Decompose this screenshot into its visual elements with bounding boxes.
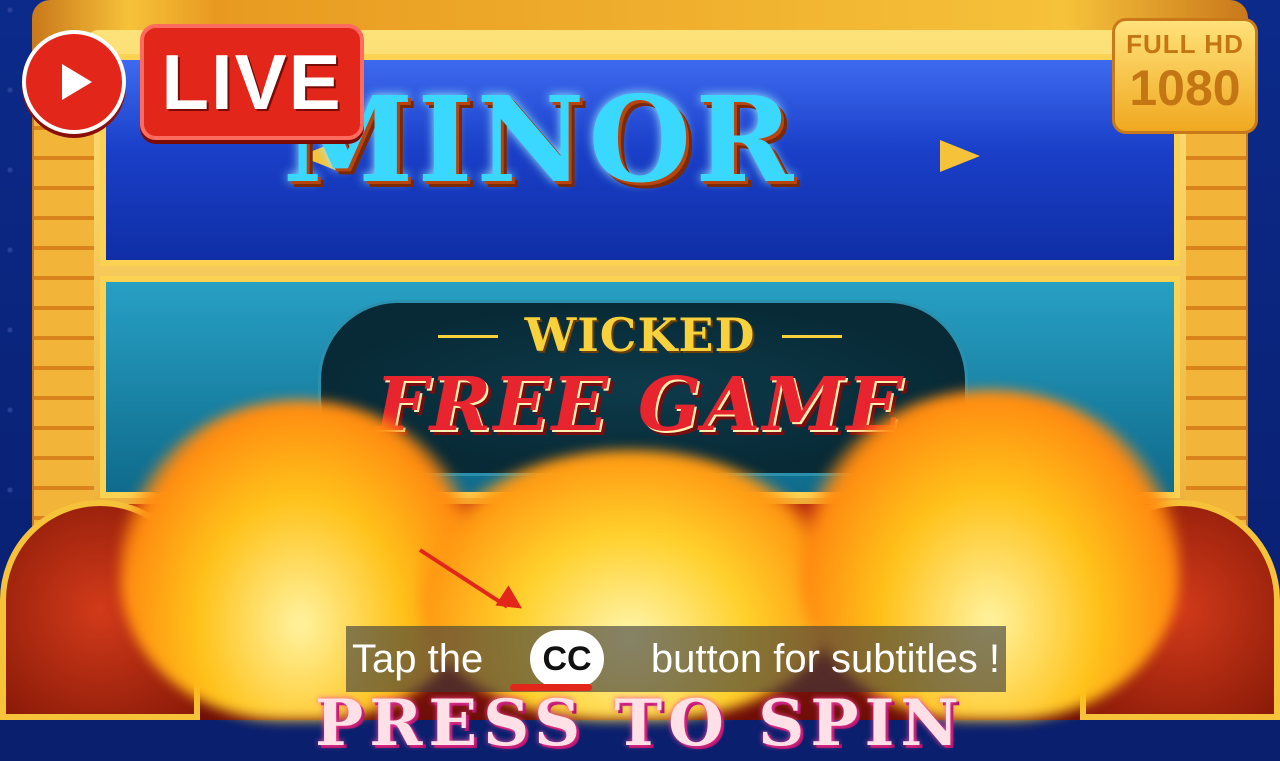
cc-underline: [510, 684, 592, 691]
full-hd-badge: FULL HD 1080: [1112, 18, 1258, 134]
quality-resolution: 1080: [1129, 60, 1241, 116]
subtitle-suffix: button for subtitles !: [650, 636, 1000, 681]
press-to-spin-label[interactable]: PRESS TO SPIN: [0, 686, 1280, 761]
right-pillar: [1186, 70, 1246, 530]
subtitle-prefix: Tap the: [352, 636, 484, 681]
play-button[interactable]: [22, 30, 126, 134]
cc-button[interactable]: CC: [530, 630, 605, 688]
quality-label: FULL HD: [1126, 29, 1244, 59]
cc-label: CC: [542, 639, 592, 678]
feature-subtitle: WICKED: [524, 308, 756, 362]
play-icon: [62, 64, 92, 100]
live-badge: LIVE: [140, 24, 364, 140]
subtitle-banner: Tap the CC button for subtitles !: [346, 626, 1006, 692]
